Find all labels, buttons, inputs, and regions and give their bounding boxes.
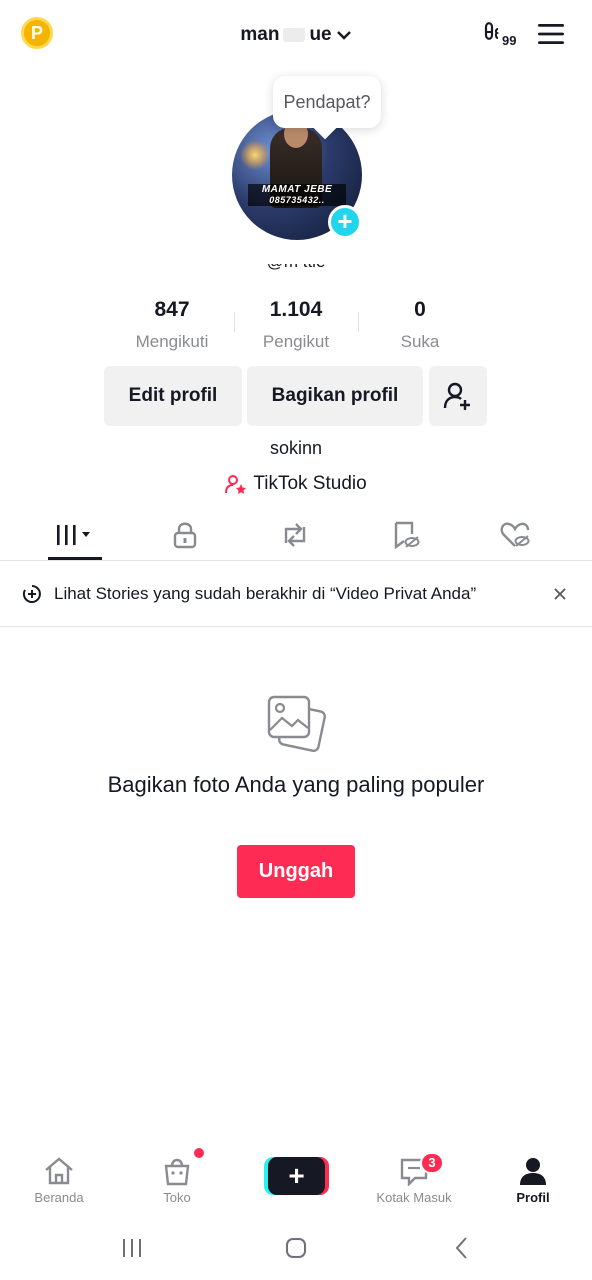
stat-divider (234, 312, 235, 332)
bio-text: sokinn (269, 438, 323, 458)
stat-divider (358, 312, 359, 332)
footprint-count: 99 (502, 33, 516, 48)
username-text: man (240, 24, 280, 45)
username-redacted (283, 28, 306, 42)
tab-videos[interactable] (27, 512, 123, 558)
stat-likes[interactable]: 0 Suka (360, 298, 480, 352)
stat-followers-label: Pengikut (262, 332, 330, 351)
footprints-icon: 99 (484, 22, 516, 48)
hamburger-icon (538, 24, 564, 44)
back-button[interactable] (442, 1234, 482, 1262)
add-friend-button[interactable] (429, 366, 487, 426)
recents-icon (123, 1239, 141, 1257)
stat-following[interactable]: 847 Mengikuti (112, 298, 232, 352)
avatar-banner-name: MAMAT JEBE (261, 184, 333, 195)
story-add-icon (22, 584, 41, 603)
recent-apps-button[interactable] (112, 1234, 152, 1262)
nav-profile-label: Profil (516, 1190, 550, 1205)
tiktok-studio-link[interactable]: TikTok Studio (196, 472, 396, 496)
nav-shop[interactable]: Toko (118, 1156, 236, 1210)
stat-followers-value: 1.104 (269, 298, 323, 321)
tiktok-studio-label: TikTok Studio (253, 473, 367, 494)
repost-icon (284, 523, 306, 547)
close-icon[interactable] (553, 587, 567, 601)
tab-favorites[interactable] (357, 512, 453, 558)
edit-profile-button[interactable]: Edit profil (104, 366, 242, 426)
avatar-banner-phone: 085735432.. (269, 195, 325, 205)
create-button[interactable]: + (268, 1157, 325, 1195)
stat-likes-value: 0 (414, 298, 426, 321)
lock-icon (173, 522, 197, 549)
studio-person-icon (225, 475, 247, 494)
nav-profile[interactable]: Profil (474, 1156, 592, 1210)
bookmark-eye-icon (394, 521, 420, 550)
stat-following-label: Mengikuti (135, 332, 209, 351)
shopping-bag-icon (164, 1158, 190, 1186)
coin-icon[interactable]: P (21, 17, 53, 49)
share-profile-button[interactable]: Bagikan profil (247, 366, 423, 426)
user-handle: @m ttle (200, 252, 392, 272)
heart-eye-icon (500, 522, 530, 547)
stat-likes-label: Suka (400, 332, 440, 351)
back-chevron-icon (455, 1237, 467, 1259)
nav-shop-label: Toko (163, 1190, 191, 1205)
tab-private[interactable] (137, 512, 233, 558)
username-switcher[interactable]: man ue (200, 22, 392, 48)
nav-home[interactable]: Beranda (0, 1156, 118, 1210)
username-text-end: ue (309, 24, 332, 45)
chevron-down-icon (336, 31, 351, 40)
stories-banner-text: Lihat Stories yang sudah berakhir di “Vi… (54, 583, 477, 603)
tooltip-bubble[interactable]: Pendapat? (273, 76, 381, 128)
avatar-banner: MAMAT JEBE 085735432.. (248, 184, 346, 206)
photo-stack-icon (267, 695, 326, 752)
add-story-button[interactable]: + (328, 205, 362, 239)
nav-inbox[interactable]: Kotak Masuk (355, 1156, 473, 1210)
tab-reposts[interactable] (247, 512, 343, 558)
profile-icon (520, 1158, 546, 1185)
empty-state-title: Bagikan foto Anda yang paling populer (107, 772, 485, 797)
nav-inbox-label: Kotak Masuk (376, 1190, 452, 1205)
nav-home-label: Beranda (34, 1190, 84, 1205)
home-square-icon (286, 1238, 306, 1258)
handle-redacted (258, 252, 334, 264)
stories-banner[interactable]: Lihat Stories yang sudah berakhir di “Vi… (0, 561, 592, 627)
footprint-icon[interactable]: 99 (480, 18, 524, 50)
stat-following-value: 847 (154, 298, 190, 321)
home-icon (45, 1157, 73, 1185)
shop-notification-dot (194, 1148, 204, 1158)
stat-followers[interactable]: 1.104 Pengikut (236, 298, 356, 352)
home-system-button[interactable] (276, 1234, 316, 1262)
tab-liked[interactable] (467, 512, 563, 558)
avatar-light (240, 140, 270, 170)
add-user-icon (443, 382, 470, 410)
upload-button[interactable]: Unggah (237, 845, 355, 898)
menu-button[interactable] (536, 18, 566, 50)
inbox-badge: 3 (420, 1152, 444, 1174)
grid-icon (57, 525, 90, 545)
